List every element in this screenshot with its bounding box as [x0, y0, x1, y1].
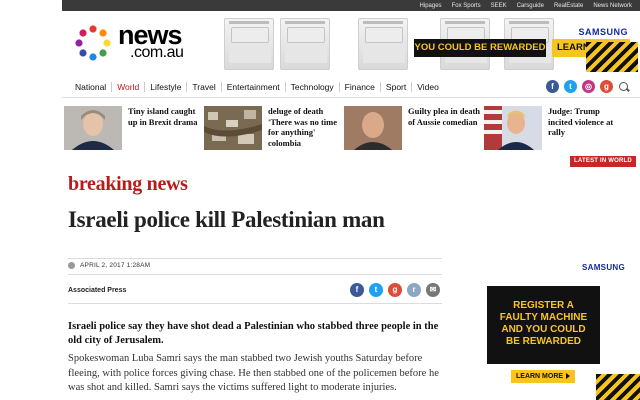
ad-brand: SAMSUNG	[578, 27, 628, 37]
latest-in-world-badge[interactable]: LATEST IN WORLD	[570, 156, 636, 167]
nav-social-links: f t ◎ g	[546, 80, 630, 93]
story-thumbnail	[484, 106, 542, 150]
divider	[68, 303, 442, 304]
article-headline: Israeli police kill Palestinian man	[68, 207, 385, 232]
twitter-share-icon[interactable]: t	[369, 283, 383, 297]
divider	[68, 258, 442, 259]
play-arrow-icon	[566, 373, 571, 380]
network-link-seek[interactable]: SEEK	[491, 3, 507, 9]
reddit-share-icon[interactable]: r	[407, 283, 421, 297]
network-link-fox-sports[interactable]: Fox Sports	[452, 3, 481, 9]
email-share-icon[interactable]: ✉	[426, 283, 440, 297]
network-links: Hipages Fox Sports SEEK Carsguide RealEs…	[420, 0, 632, 11]
divider	[68, 274, 442, 275]
story-title: Judge: Trump incited violence at rally	[548, 106, 614, 137]
sidebar-learn-more-label: LEARN MORE	[516, 373, 564, 380]
section-label: breaking news	[68, 173, 188, 195]
sidebar-ad-text: REGISTER A FAULTY MACHINE AND YOU COULD …	[499, 300, 588, 347]
article-lede: Israeli police say they have shot dead a…	[68, 321, 439, 346]
sidebar-learn-more-button[interactable]: LEARN MORE	[511, 370, 575, 383]
strip-story[interactable]: Judge: Trump incited violence at rally	[484, 106, 634, 152]
google-plus-share-icon[interactable]: g	[388, 283, 402, 297]
network-link-realestate[interactable]: RealEstate	[554, 3, 583, 9]
search-icon[interactable]	[618, 81, 630, 93]
clock-icon	[68, 262, 75, 269]
article-byline: Associated Press	[68, 287, 127, 294]
facebook-share-icon[interactable]: f	[350, 283, 364, 297]
facebook-icon[interactable]: f	[546, 80, 559, 93]
google-plus-icon[interactable]: g	[600, 80, 613, 93]
network-link-news-network[interactable]: News Network	[593, 3, 632, 9]
share-buttons: f t g r ✉	[350, 283, 440, 297]
network-link-carsguide[interactable]: Carsguide	[517, 3, 544, 9]
article-date: APRIL 2, 2017 1:28AM	[80, 262, 151, 269]
sidebar-ad[interactable]: REGISTER A FAULTY MACHINE AND YOU COULD …	[487, 286, 600, 364]
twitter-icon[interactable]: t	[564, 80, 577, 93]
article-dateline: APRIL 2, 2017 1:28AM	[68, 262, 150, 269]
article: breaking news Israeli police kill Palest…	[62, 0, 447, 400]
sidebar-hazard-stripes	[596, 374, 640, 400]
instagram-icon[interactable]: ◎	[582, 80, 595, 93]
article-body: Spokeswoman Luba Samri says the man stab…	[68, 353, 439, 393]
ad-hazard-stripes	[586, 42, 638, 72]
sidebar-ad-brand: SAMSUNG	[582, 263, 625, 272]
